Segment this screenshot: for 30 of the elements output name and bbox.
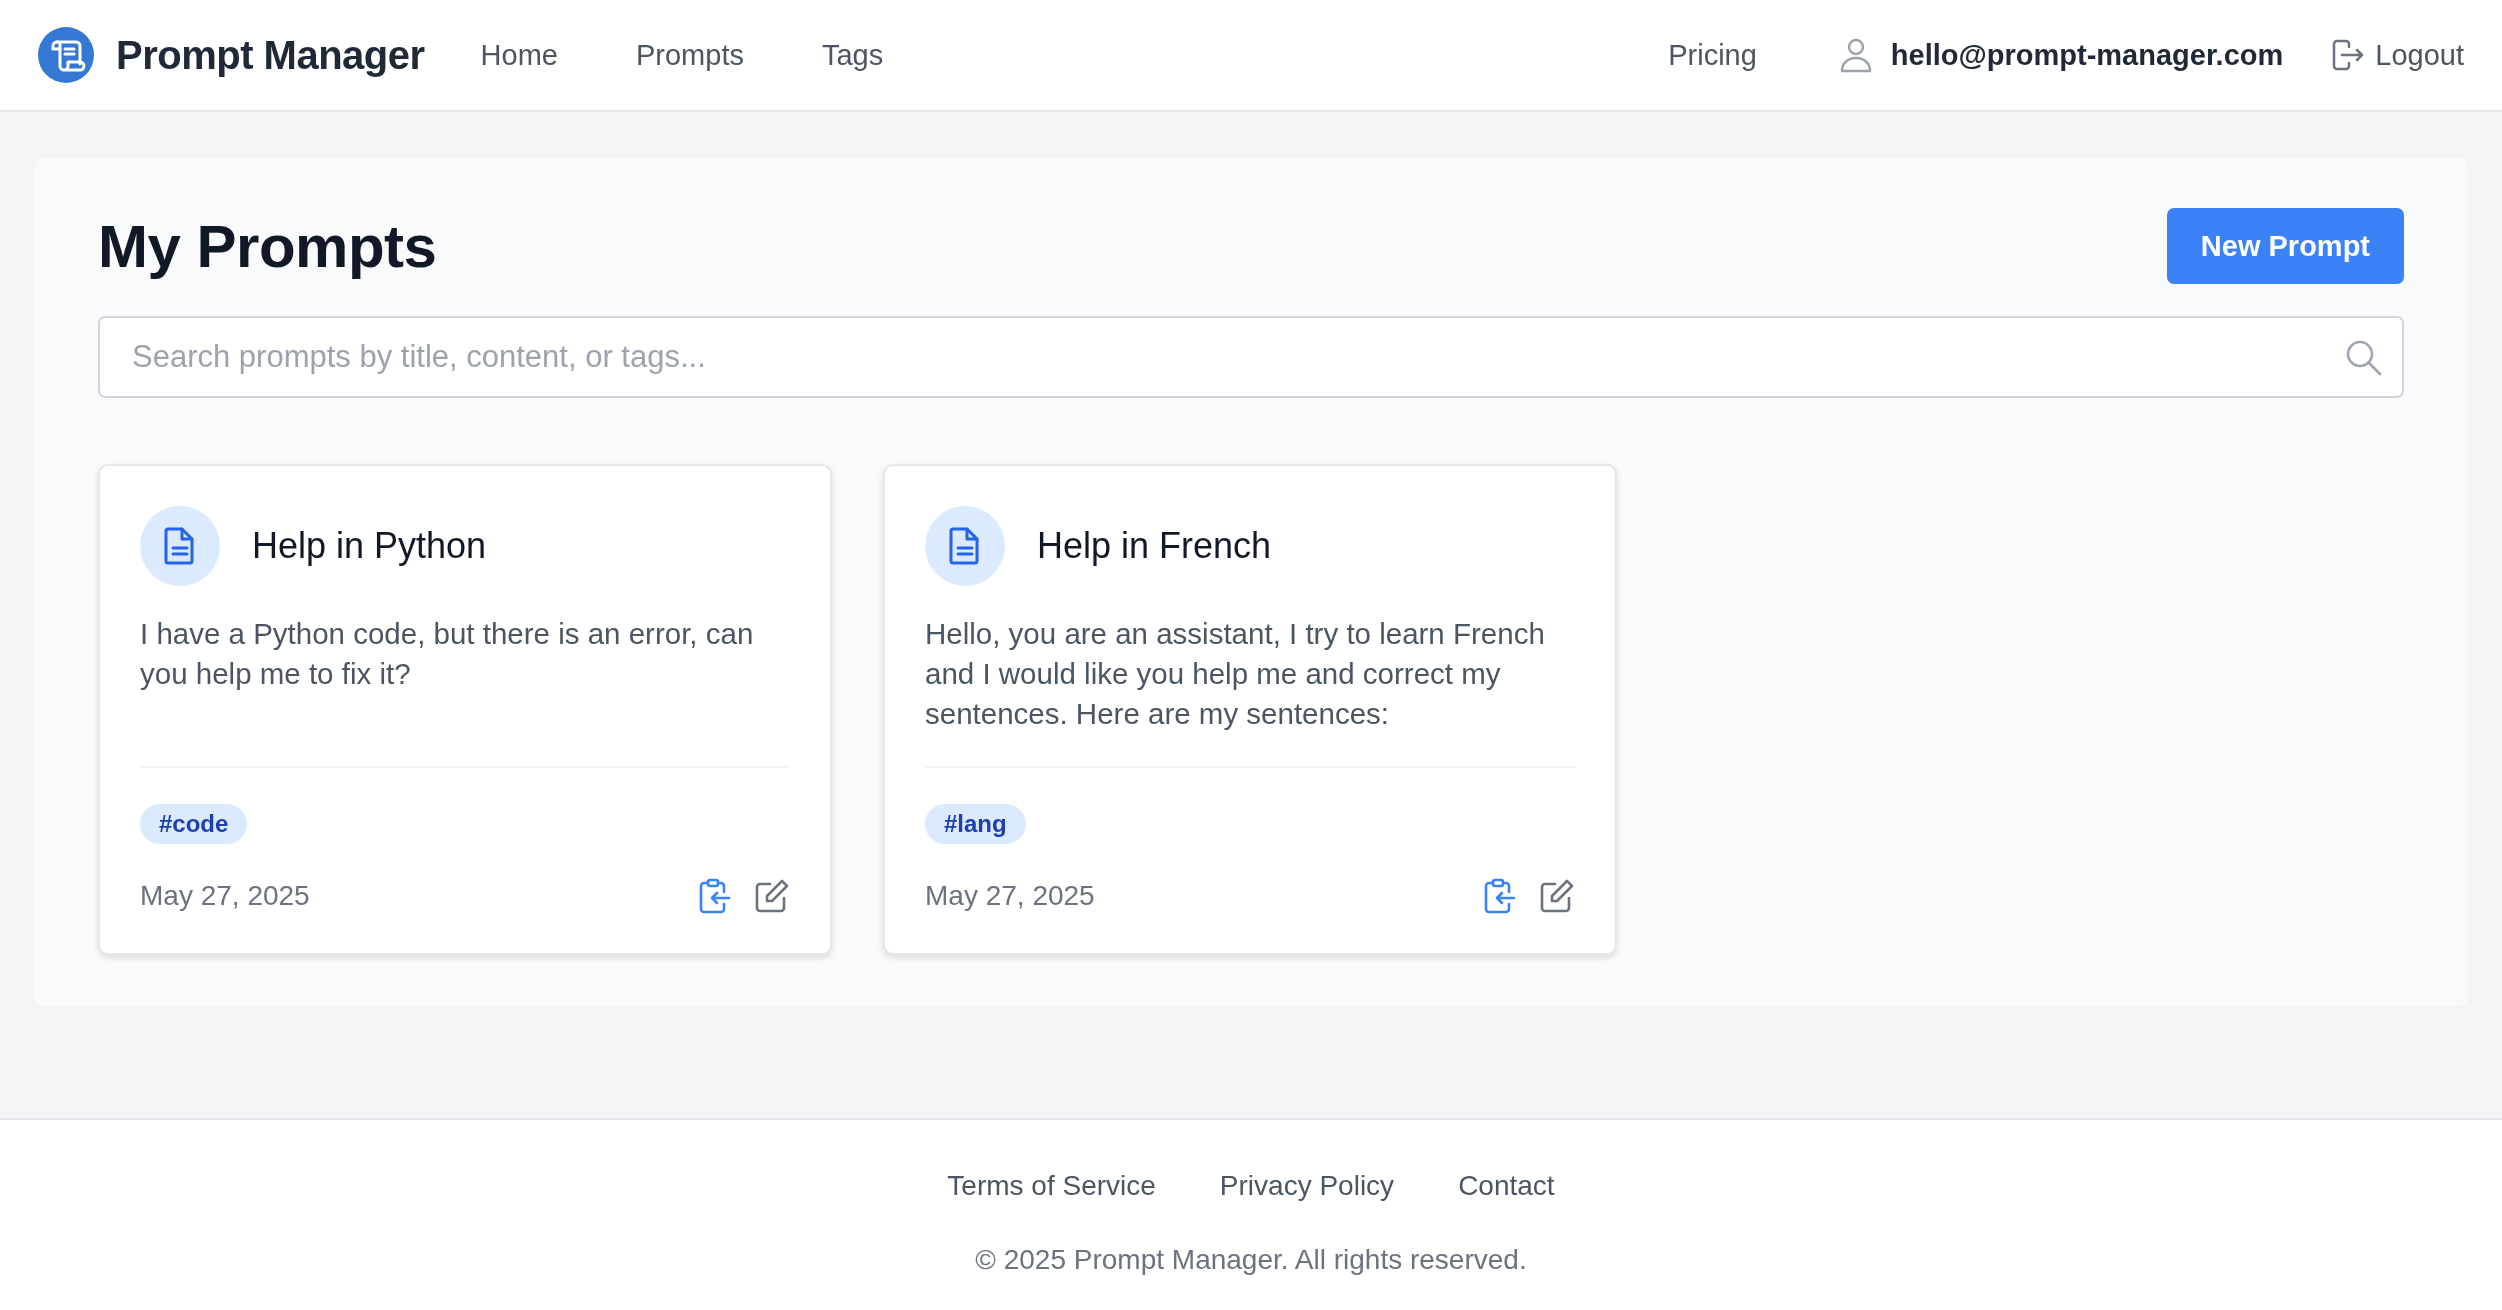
app-title: Prompt Manager (116, 32, 425, 78)
search-field[interactable]: Search prompts by title, content, or tags... (98, 316, 2404, 398)
footer-link[interactable]: Terms of Service (947, 1170, 1156, 1202)
page-title: My Prompts (98, 211, 437, 281)
nav-link[interactable]: Tags (821, 38, 884, 72)
new-prompt-button[interactable]: New Prompt (2166, 208, 2404, 284)
prompt-date: May 27, 2025 (140, 880, 311, 912)
prompt-date: May 27, 2025 (925, 880, 1096, 912)
edit-icon[interactable] (1539, 878, 1575, 914)
logout-button[interactable]: Logout (2331, 38, 2464, 72)
tag-chip[interactable]: #code (140, 804, 248, 844)
edit-icon[interactable] (754, 878, 790, 914)
scroll-logo-icon[interactable] (38, 27, 94, 83)
prompt-text: I have a Python code, but there is an error, can you help me to fix it? (140, 616, 755, 692)
logout-icon (2331, 38, 2366, 72)
prompt-title: Help in French (1037, 525, 1272, 567)
footer-link[interactable]: Contact (1458, 1170, 1555, 1202)
footer-link[interactable]: Privacy Policy (1219, 1170, 1395, 1202)
user-email: hello@prompt-manager.com (1890, 38, 2284, 72)
copyright-text: © 2025 Prompt Manager. All rights reserved. (975, 1244, 1527, 1276)
prompt-text: Hello, you are an assistant, I try to learn French and I would like you help me and correct my sentences. Here are my sentences: (925, 616, 1546, 732)
nav-link[interactable]: Prompts (635, 38, 744, 72)
pricing-link[interactable]: Pricing (1668, 38, 1757, 72)
user-icon (1838, 37, 1873, 73)
prompt-title: Help in Python (252, 525, 487, 567)
search-icon[interactable] (2344, 338, 2382, 376)
tag-chip[interactable]: #lang (925, 804, 1026, 844)
prompt-card[interactable]: Help in French Hello, you are an assistant, I try to learn French and I would like you help me and correct my sentences. Here are my sentences: #lang May 27, 2025 (883, 464, 1617, 955)
nav-link[interactable]: Home (480, 38, 558, 72)
prompt-card[interactable]: Help in Python I have a Python code, but there is an error, can you help me to fix it? #code May 27, 2025 (98, 464, 832, 955)
